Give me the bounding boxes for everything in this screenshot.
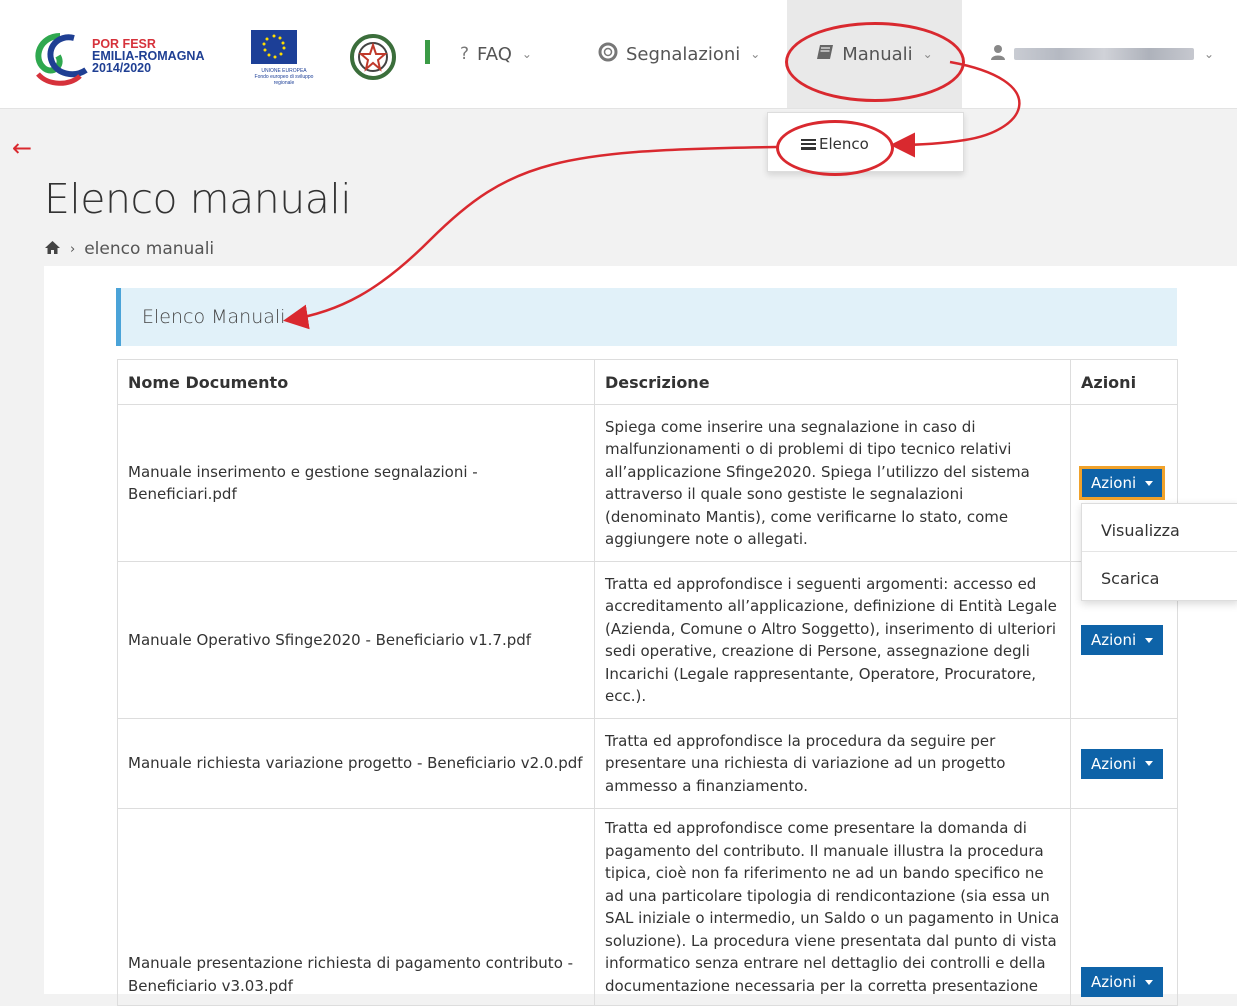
top-navbar: POR FESR EMILIA-ROMAGNA 2014/2020 UNIONE… bbox=[0, 0, 1237, 109]
caret-down-icon bbox=[1145, 637, 1154, 643]
header-azioni: Azioni bbox=[1070, 359, 1178, 405]
table-row: Manuale inserimento e gestione segnalazi… bbox=[117, 404, 1178, 562]
caret-down-icon bbox=[1145, 979, 1154, 985]
chevron-down-icon: ⌄ bbox=[521, 47, 532, 61]
annotation-ellipse-manuali bbox=[785, 22, 965, 102]
nav-segnalazioni-label: Segnalazioni bbox=[626, 43, 741, 65]
por-fesr-logo[interactable]: POR FESR EMILIA-ROMAGNA 2014/2020 bbox=[30, 28, 205, 90]
eu-caption-line2: Fondo europeo di sviluppo regionale bbox=[254, 74, 314, 86]
annotation-ellipse-elenco bbox=[776, 120, 894, 176]
table-row: Manuale richiesta variazione progetto - … bbox=[117, 718, 1178, 809]
azioni-button[interactable]: Azioni bbox=[1081, 748, 1164, 779]
table-header-row: Nome Documento Descrizione Azioni bbox=[117, 359, 1178, 405]
chevron-down-icon: ⌄ bbox=[1204, 47, 1215, 61]
breadcrumb-current: elenco manuali bbox=[84, 239, 215, 259]
menu-divider bbox=[1082, 551, 1237, 552]
eu-flag-icon bbox=[251, 30, 297, 64]
doc-desc-cell: Tratta ed approfondisce come presentare … bbox=[594, 808, 1071, 1006]
azioni-button-label: Azioni bbox=[1091, 631, 1137, 649]
manuals-table: Nome Documento Descrizione Azioni Manual… bbox=[117, 359, 1178, 1006]
lifebuoy-icon bbox=[598, 42, 618, 67]
question-icon: ? bbox=[460, 44, 470, 64]
row-actions-menu: Visualizza Scarica bbox=[1081, 503, 1237, 601]
menu-item-scarica[interactable]: Scarica bbox=[1101, 569, 1159, 588]
azioni-button-label: Azioni bbox=[1091, 754, 1137, 773]
caret-down-icon bbox=[1145, 480, 1154, 486]
azioni-button-label: Azioni bbox=[1091, 474, 1137, 492]
back-arrow-icon[interactable]: ← bbox=[12, 134, 32, 162]
actions-cell: Azioni bbox=[1070, 808, 1178, 1006]
table-row: Manuale Operativo Sfinge2020 - Beneficia… bbox=[117, 561, 1178, 719]
user-name-redacted bbox=[1014, 48, 1194, 60]
doc-desc-cell: Spiega come inserire una segnalazione in… bbox=[594, 404, 1071, 562]
azioni-button-label: Azioni bbox=[1091, 973, 1137, 991]
region-logo-fragment bbox=[425, 40, 430, 64]
logo-por-line3: 2014/2020 bbox=[92, 61, 152, 75]
nav-segnalazioni[interactable]: Segnalazioni ⌄ bbox=[598, 0, 760, 108]
azioni-button[interactable]: Azioni bbox=[1078, 466, 1166, 500]
home-icon[interactable] bbox=[45, 240, 60, 258]
breadcrumb: › elenco manuali bbox=[45, 239, 214, 259]
nav-user-menu[interactable]: ⌄ bbox=[990, 0, 1214, 108]
doc-desc-cell: Tratta ed approfondisce i seguenti argom… bbox=[594, 561, 1071, 719]
doc-name-cell: Manuale presentazione richiesta di pagam… bbox=[117, 808, 595, 1006]
nav-faq[interactable]: ? FAQ ⌄ bbox=[460, 0, 532, 108]
doc-desc-cell: Tratta ed approfondisce la procedura da … bbox=[594, 718, 1071, 809]
content-panel: Elenco Manuali Nome Documento Descrizion… bbox=[44, 266, 1237, 1006]
azioni-button[interactable]: Azioni bbox=[1081, 625, 1164, 655]
eu-logo[interactable]: UNIONE EUROPEA Fondo europeo di sviluppo… bbox=[245, 30, 323, 86]
doc-name-cell: Manuale richiesta variazione progetto - … bbox=[117, 718, 595, 809]
por-swirl-icon bbox=[35, 33, 88, 86]
breadcrumb-separator-icon: › bbox=[70, 241, 76, 257]
user-icon bbox=[990, 44, 1006, 65]
section-header: Elenco Manuali bbox=[116, 288, 1177, 346]
actions-cell: Azioni bbox=[1070, 718, 1178, 809]
italian-republic-emblem-icon[interactable] bbox=[350, 34, 396, 80]
azioni-button[interactable]: Azioni bbox=[1081, 967, 1164, 997]
header-nome-documento: Nome Documento bbox=[117, 359, 595, 405]
menu-item-visualizza[interactable]: Visualizza bbox=[1101, 521, 1180, 540]
page-title: Elenco manuali bbox=[44, 175, 352, 223]
header-descrizione: Descrizione bbox=[594, 359, 1071, 405]
nav-faq-label: FAQ bbox=[477, 43, 512, 65]
doc-name-cell: Manuale Operativo Sfinge2020 - Beneficia… bbox=[117, 561, 595, 719]
caret-down-icon bbox=[1145, 761, 1154, 766]
table-row: Manuale presentazione richiesta di pagam… bbox=[117, 808, 1178, 1006]
doc-name-cell: Manuale inserimento e gestione segnalazi… bbox=[117, 404, 595, 562]
chevron-down-icon: ⌄ bbox=[750, 47, 761, 61]
section-title: Elenco Manuali bbox=[142, 306, 286, 328]
